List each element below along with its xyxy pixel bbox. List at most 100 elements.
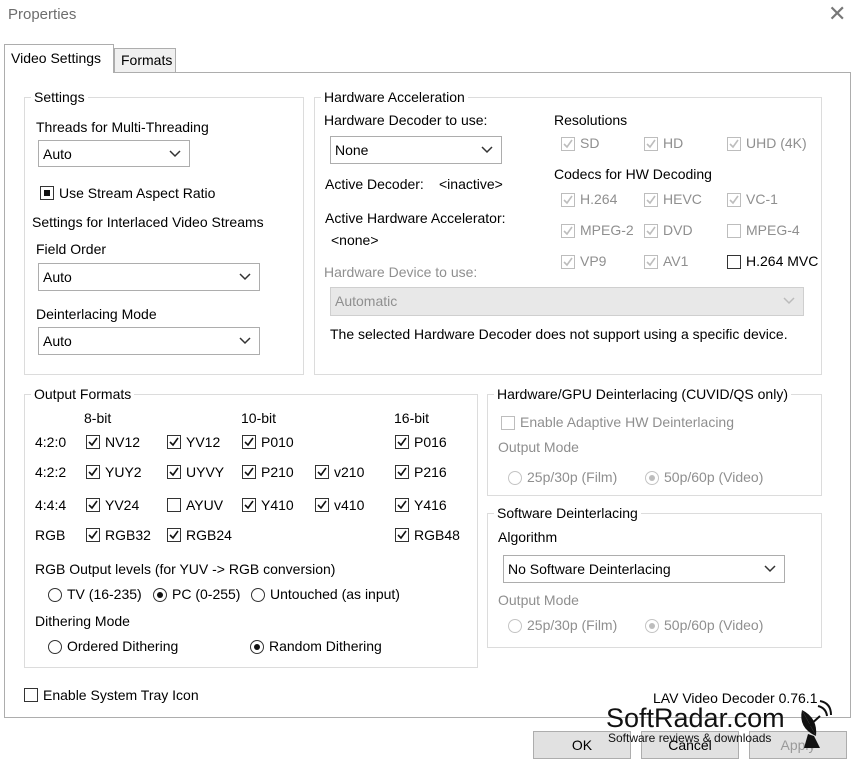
hw-device-value: Automatic [335,293,398,309]
system-tray-checkbox[interactable] [24,688,38,702]
stream-aspect-label: Use Stream Aspect Ratio [59,185,216,201]
row-422-label: 4:2:2 [35,464,67,480]
v410-label: v410 [334,497,365,513]
yv12-checkbox[interactable] [167,435,181,449]
nv12-checkbox[interactable] [86,435,100,449]
codec-vc1-checkbox[interactable] [727,193,741,207]
hw-device-select[interactable]: Automatic [330,287,804,316]
level-pc-radio[interactable] [153,588,167,602]
yv24-checkbox[interactable] [86,498,100,512]
v210-checkbox[interactable] [315,465,329,479]
tab-video-settings[interactable]: Video Settings [4,44,114,73]
yuy2-checkbox[interactable] [86,465,100,479]
dither-ordered-radio[interactable] [48,640,62,654]
res-hd-checkbox[interactable] [644,137,658,151]
p216-label: P216 [414,464,447,480]
hw-decoder-label: Hardware Decoder to use: [324,112,488,128]
rgb24-checkbox[interactable] [167,528,181,542]
gpu-mode-video-label: 50p/60p (Video) [664,469,764,485]
sw-output-mode-label: Output Mode [498,592,579,608]
p010-label: P010 [261,434,294,450]
y410-label: Y410 [261,497,294,513]
p210-checkbox[interactable] [242,465,256,479]
codec-h264-checkbox[interactable] [561,193,575,207]
res-sd-label: SD [580,135,600,151]
codecs-label: Codecs for HW Decoding [554,166,712,182]
gpu-deint-title: Hardware/GPU Deinterlacing (CUVID/QS onl… [494,386,791,402]
p216-checkbox[interactable] [395,465,409,479]
rgb48-label: RGB48 [414,527,460,543]
deint-mode-select[interactable]: Auto [38,327,260,355]
title-bar: Properties ✕ [0,0,855,32]
gpu-mode-film-label: 25p/30p (Film) [527,469,618,485]
sw-mode-video-radio[interactable] [645,619,659,633]
stream-aspect-checkbox[interactable] [40,186,54,200]
hw-decoder-select[interactable]: None [330,136,502,164]
gpu-mode-video-radio[interactable] [645,471,659,485]
rgb48-checkbox[interactable] [395,528,409,542]
codec-mpeg4-label: MPEG-4 [746,222,800,238]
ayuv-label: AYUV [186,497,224,513]
p016-checkbox[interactable] [395,435,409,449]
v410-checkbox[interactable] [315,498,329,512]
adaptive-deint-checkbox[interactable] [501,416,515,430]
p210-label: P210 [261,464,294,480]
threads-value: Auto [43,146,72,162]
codec-dvd-label: DVD [663,222,693,238]
level-untouched-radio[interactable] [251,588,265,602]
level-tv-radio[interactable] [48,588,62,602]
uyvy-checkbox[interactable] [167,465,181,479]
field-order-value: Auto [43,269,72,285]
codec-dvd-checkbox[interactable] [644,224,658,238]
hwaccel-group-title: Hardware Acceleration [321,89,468,105]
chevron-down-icon [783,288,795,305]
p010-checkbox[interactable] [242,435,256,449]
y410-checkbox[interactable] [242,498,256,512]
output-formats-title: Output Formats [31,386,135,402]
algorithm-select[interactable]: No Software Deinterlacing [503,555,785,583]
res-hd-label: HD [663,135,684,151]
yv24-label: YV24 [105,497,140,513]
res-sd-checkbox[interactable] [561,137,575,151]
col-8bit-label: 8-bit [84,410,112,426]
rgb24-label: RGB24 [186,527,232,543]
p016-label: P016 [414,434,447,450]
gpu-output-mode-label: Output Mode [498,439,579,455]
field-order-select[interactable]: Auto [38,263,260,291]
dither-ordered-label: Ordered Dithering [67,638,179,654]
tab-formats[interactable]: Formats [114,48,176,72]
chevron-down-icon [169,141,181,158]
res-uhd-checkbox[interactable] [727,137,741,151]
codec-vp9-label: VP9 [580,253,607,269]
active-decoder-value: <inactive> [439,176,503,192]
gpu-mode-film-radio[interactable] [508,471,522,485]
dither-random-label: Random Dithering [269,638,382,654]
ayuv-checkbox[interactable] [167,498,181,512]
dither-random-radio[interactable] [250,640,264,654]
codec-vp9-checkbox[interactable] [561,255,575,269]
codec-mpeg2-label: MPEG-2 [580,222,634,238]
codec-h264-label: H.264 [580,191,618,207]
rgb32-checkbox[interactable] [86,528,100,542]
res-uhd-label: UHD (4K) [746,135,807,151]
codec-av1-checkbox[interactable] [644,255,658,269]
close-icon[interactable]: ✕ [828,2,846,26]
y416-checkbox[interactable] [395,498,409,512]
hw-device-note: The selected Hardware Decoder does not s… [330,326,788,342]
nv12-label: NV12 [105,434,141,450]
codec-mpeg4-checkbox[interactable] [727,224,741,238]
algorithm-label: Algorithm [498,529,558,545]
sw-deint-title: Software Deinterlacing [494,505,641,521]
chevron-down-icon [239,264,251,281]
codec-h264mvc-label: H.264 MVC [746,253,819,269]
sw-mode-film-radio[interactable] [508,619,522,633]
codec-mpeg2-checkbox[interactable] [561,224,575,238]
threads-select[interactable]: Auto [38,140,190,167]
codec-h264mvc-checkbox[interactable] [727,255,741,269]
rgb-levels-label: RGB Output levels (for YUV -> RGB conver… [35,561,336,577]
settings-group-title: Settings [31,89,88,105]
codec-hevc-checkbox[interactable] [644,193,658,207]
codec-hevc-label: HEVC [663,191,702,207]
system-tray-label: Enable System Tray Icon [43,687,199,703]
yv12-label: YV12 [186,434,221,450]
